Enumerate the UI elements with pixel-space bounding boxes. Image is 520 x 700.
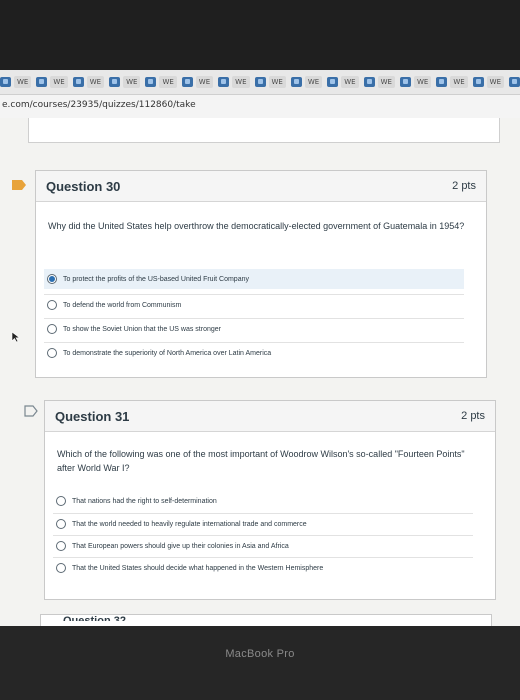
site-favicon-icon bbox=[145, 77, 157, 87]
question-points: 2 pts bbox=[452, 180, 476, 192]
question-title: Question 30 bbox=[46, 179, 121, 194]
answer-label: That the world needed to heavily regulat… bbox=[72, 520, 307, 528]
flag-outline-icon[interactable] bbox=[24, 405, 38, 417]
tab-label: WE bbox=[268, 76, 286, 88]
answer-label: To defend the world from Communism bbox=[63, 301, 182, 309]
site-favicon-icon bbox=[327, 77, 339, 87]
question-32: Question 32 bbox=[40, 614, 492, 626]
browser-tab[interactable]: WE bbox=[399, 76, 432, 88]
radio-icon[interactable] bbox=[47, 324, 57, 334]
question-30: Question 30 2 pts Why did the United Sta… bbox=[35, 170, 487, 378]
browser-tab[interactable]: WE bbox=[290, 76, 323, 88]
browser-tab[interactable]: WE bbox=[36, 76, 68, 88]
browser-tab[interactable]: WE bbox=[436, 76, 468, 88]
answer-option[interactable]: That the world needed to heavily regulat… bbox=[53, 513, 473, 534]
site-favicon-icon bbox=[254, 77, 266, 87]
site-favicon-icon bbox=[181, 77, 193, 87]
tab-label: WE bbox=[450, 76, 468, 88]
tab-label: WE bbox=[413, 76, 432, 88]
url-text[interactable]: e.com/courses/23935/quizzes/112860/take bbox=[2, 100, 196, 110]
tab-label: WE bbox=[14, 76, 32, 88]
tab-label: WE bbox=[86, 76, 105, 88]
answer-option[interactable]: That nations had the right to self-deter… bbox=[53, 491, 473, 511]
browser-tab[interactable]: WE bbox=[472, 76, 505, 88]
radio-icon[interactable] bbox=[56, 563, 66, 573]
tab-label: WE bbox=[232, 76, 250, 88]
previous-question-footer bbox=[28, 118, 500, 143]
screen-bezel-bottom bbox=[0, 626, 520, 700]
site-favicon-icon bbox=[436, 77, 448, 87]
site-favicon-icon bbox=[218, 77, 230, 87]
question-header: Question 31 2 pts bbox=[45, 401, 495, 432]
question-title: Question 31 bbox=[55, 409, 130, 424]
site-favicon-icon bbox=[363, 77, 375, 87]
browser-tab[interactable]: WE bbox=[72, 76, 105, 88]
answer-label: That the United States should decide wha… bbox=[72, 564, 324, 572]
flag-filled-icon[interactable] bbox=[12, 180, 26, 190]
answer-option[interactable]: To show the Soviet Union that the US was… bbox=[44, 318, 464, 339]
tab-label: WE bbox=[50, 76, 68, 88]
answer-label: That nations had the right to self-deter… bbox=[72, 497, 217, 505]
tab-label: WE bbox=[195, 76, 214, 88]
answer-label: To show the Soviet Union that the US was… bbox=[63, 325, 221, 333]
question-points: 2 pts bbox=[461, 410, 485, 422]
browser-tab[interactable]: WE bbox=[218, 76, 250, 88]
site-favicon-icon bbox=[472, 77, 484, 87]
browser-tab[interactable]: WE bbox=[327, 76, 359, 88]
browser-tab[interactable]: WE bbox=[109, 76, 141, 88]
answer-option[interactable]: That the United States should decide wha… bbox=[53, 557, 473, 578]
site-favicon-icon bbox=[509, 77, 520, 87]
site-favicon-icon bbox=[399, 77, 411, 87]
question-text: Why did the United States help overthrow… bbox=[48, 221, 465, 231]
answer-option[interactable]: To demonstrate the superiority of North … bbox=[44, 342, 464, 363]
tab-label: WE bbox=[123, 76, 141, 88]
answer-option[interactable]: To protect the profits of the US-based U… bbox=[44, 269, 464, 289]
browser-tab[interactable]: WE bbox=[254, 76, 286, 88]
question-text: Which of the following was one of the mo… bbox=[57, 449, 465, 473]
tab-label: WE bbox=[377, 76, 395, 88]
question-title: Question 32 bbox=[63, 615, 126, 621]
tab-label: WE bbox=[486, 76, 505, 88]
question-31: Question 31 2 pts Which of the following… bbox=[44, 400, 496, 600]
browser-tab[interactable]: WE bbox=[0, 76, 32, 88]
browser-tab[interactable]: WE bbox=[509, 76, 520, 88]
answer-label: To protect the profits of the US-based U… bbox=[63, 275, 249, 283]
site-favicon-icon bbox=[109, 77, 121, 87]
screen-bezel-top bbox=[0, 0, 520, 70]
browser-tab-bar: WEWEWEWEWEWEWEWEWEWEWEWEWEWEWEWECCr bbox=[0, 70, 520, 95]
answer-option[interactable]: To defend the world from Communism bbox=[44, 294, 464, 315]
tab-label: WE bbox=[341, 76, 359, 88]
answer-option[interactable]: That European powers should give up thei… bbox=[53, 535, 473, 556]
address-bar[interactable]: e.com/courses/23935/quizzes/112860/take bbox=[0, 95, 520, 119]
browser-tab[interactable]: WE bbox=[363, 76, 395, 88]
radio-icon[interactable] bbox=[56, 519, 66, 529]
site-favicon-icon bbox=[290, 77, 302, 87]
site-favicon-icon bbox=[36, 77, 48, 87]
site-favicon-icon bbox=[72, 77, 84, 87]
answer-label: That European powers should give up thei… bbox=[72, 542, 289, 550]
site-favicon-icon bbox=[0, 77, 11, 87]
question-header: Question 30 2 pts bbox=[36, 171, 486, 202]
mouse-cursor-icon bbox=[11, 331, 21, 343]
radio-icon[interactable] bbox=[56, 496, 66, 506]
tab-label: WE bbox=[304, 76, 323, 88]
answer-label: To demonstrate the superiority of North … bbox=[63, 349, 272, 357]
device-label: MacBook Pro bbox=[225, 648, 295, 660]
radio-icon[interactable] bbox=[47, 348, 57, 358]
tab-label: WE bbox=[159, 76, 177, 88]
browser-tab[interactable]: WE bbox=[145, 76, 177, 88]
radio-icon[interactable] bbox=[56, 541, 66, 551]
radio-icon[interactable] bbox=[47, 300, 57, 310]
browser-tab[interactable]: WE bbox=[181, 76, 214, 88]
quiz-content: Question 30 2 pts Why did the United Sta… bbox=[0, 118, 520, 626]
radio-selected-icon[interactable] bbox=[47, 274, 57, 284]
